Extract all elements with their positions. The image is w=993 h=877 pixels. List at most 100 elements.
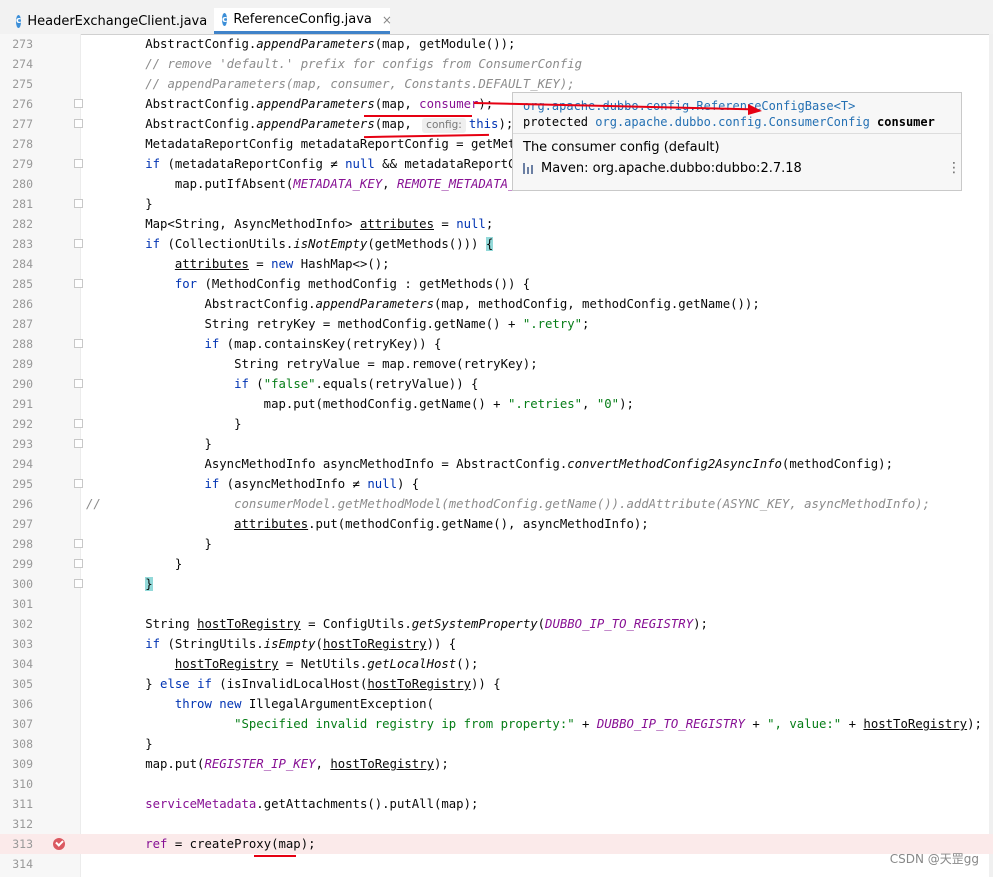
close-icon[interactable]: ×	[382, 13, 392, 27]
code-line[interactable]: 286 AbstractConfig.appendParameters(map,…	[0, 294, 993, 314]
code-line[interactable]: 294 AsyncMethodInfo asyncMethodInfo = Ab…	[0, 454, 993, 474]
fold-marker-icon[interactable]	[74, 119, 83, 128]
code-line[interactable]: 274 // remove 'default.' prefix for conf…	[0, 54, 993, 74]
breakpoint-icon[interactable]	[53, 838, 65, 850]
code-line[interactable]: 293 }	[0, 434, 993, 454]
line-number[interactable]: 313	[0, 834, 33, 854]
line-number[interactable]: 276	[0, 94, 33, 114]
code-line[interactable]: 284 attributes = new HashMap<>();	[0, 254, 993, 274]
code-line[interactable]: 310	[0, 774, 993, 794]
line-number[interactable]: 309	[0, 754, 33, 774]
code-line[interactable]: 300 }	[0, 574, 993, 594]
line-number[interactable]: 300	[0, 574, 33, 594]
fold-marker-icon[interactable]	[74, 279, 83, 288]
code-line[interactable]: 282 Map<String, AsyncMethodInfo> attribu…	[0, 214, 993, 234]
code-line[interactable]: 303 if (StringUtils.isEmpty(hostToRegist…	[0, 634, 993, 654]
code-line[interactable]: 292 }	[0, 414, 993, 434]
line-number[interactable]: 282	[0, 214, 33, 234]
code-line[interactable]: 298 }	[0, 534, 993, 554]
fold-marker-icon[interactable]	[74, 159, 83, 168]
fold-marker-icon[interactable]	[74, 539, 83, 548]
line-number[interactable]: 293	[0, 434, 33, 454]
line-number[interactable]: 304	[0, 654, 33, 674]
line-number[interactable]: 308	[0, 734, 33, 754]
fold-marker-icon[interactable]	[74, 419, 83, 428]
signature-type-link[interactable]: org.apache.dubbo.config.ConsumerConfig	[595, 115, 870, 129]
line-number[interactable]: 310	[0, 774, 33, 794]
fold-marker-icon[interactable]	[74, 239, 83, 248]
line-number[interactable]: 279	[0, 154, 33, 174]
code-line[interactable]: 291 map.put(methodConfig.getName() + ".r…	[0, 394, 993, 414]
code-line[interactable]: 288 if (map.containsKey(retryKey)) {	[0, 334, 993, 354]
line-number[interactable]: 301	[0, 594, 33, 614]
code-line[interactable]: 281 }	[0, 194, 993, 214]
line-number[interactable]: 280	[0, 174, 33, 194]
code-line[interactable]: 299 }	[0, 554, 993, 574]
tab-reference-config[interactable]: c ReferenceConfig.java ×	[214, 8, 392, 34]
code-line[interactable]: 283 if (CollectionUtils.isNotEmpty(getMe…	[0, 234, 993, 254]
code-line[interactable]: 296 // consumerModel.getMethodModel(metho…	[0, 494, 993, 514]
line-number[interactable]: 297	[0, 514, 33, 534]
line-number[interactable]: 275	[0, 74, 33, 94]
line-number[interactable]: 306	[0, 694, 33, 714]
code-line[interactable]: 314	[0, 854, 993, 874]
fold-marker-icon[interactable]	[74, 379, 83, 388]
code-line[interactable]: 275 // appendParameters(map, consumer, C…	[0, 74, 993, 94]
line-number[interactable]: 296	[0, 494, 33, 514]
line-number[interactable]: 311	[0, 794, 33, 814]
line-number[interactable]: 292	[0, 414, 33, 434]
line-number[interactable]: 289	[0, 354, 33, 374]
code-line[interactable]: 304 hostToRegistry = NetUtils.getLocalHo…	[0, 654, 993, 674]
fold-marker-icon[interactable]	[74, 439, 83, 448]
code-line[interactable]: 273 AbstractConfig.appendParameters(map,…	[0, 34, 993, 54]
more-options-icon[interactable]: ⋮	[947, 161, 961, 175]
line-number[interactable]: 299	[0, 554, 33, 574]
line-number[interactable]: 284	[0, 254, 33, 274]
line-number[interactable]: 283	[0, 234, 33, 254]
code-line[interactable]: 289 String retryValue = map.remove(retry…	[0, 354, 993, 374]
line-number[interactable]: 274	[0, 54, 33, 74]
code-line[interactable]: 295 if (asyncMethodInfo ≠ null) {	[0, 474, 993, 494]
code-line[interactable]: 308 }	[0, 734, 993, 754]
line-number[interactable]: 312	[0, 814, 33, 834]
code-line[interactable]: 301	[0, 594, 993, 614]
line-number[interactable]: 298	[0, 534, 33, 554]
line-number[interactable]: 273	[0, 34, 33, 54]
fold-marker-icon[interactable]	[74, 199, 83, 208]
line-number[interactable]: 278	[0, 134, 33, 154]
code-line[interactable]: 307 "Specified invalid registry ip from …	[0, 714, 993, 734]
code-line[interactable]: 305 } else if (isInvalidLocalHost(hostTo…	[0, 674, 993, 694]
code-line[interactable]: 287 String retryKey = methodConfig.getNa…	[0, 314, 993, 334]
line-number[interactable]: 294	[0, 454, 33, 474]
line-number[interactable]: 277	[0, 114, 33, 134]
line-number[interactable]: 295	[0, 474, 33, 494]
code-line[interactable]: 309 map.put(REGISTER_IP_KEY, hostToRegis…	[0, 754, 993, 774]
code-line[interactable]: 311 serviceMetadata.getAttachments().put…	[0, 794, 993, 814]
code-text: AbstractConfig.appendParameters(map, con…	[86, 97, 493, 111]
line-number[interactable]: 303	[0, 634, 33, 654]
line-number[interactable]: 285	[0, 274, 33, 294]
code-line[interactable]: 306 throw new IllegalArgumentException(	[0, 694, 993, 714]
tab-header-exchange-client[interactable]: c HeaderExchangeClient.java ×	[8, 8, 227, 34]
line-number[interactable]: 281	[0, 194, 33, 214]
code-line[interactable]: 290 if ("false".equals(retryValue)) {	[0, 374, 993, 394]
fold-marker-icon[interactable]	[74, 579, 83, 588]
fold-marker-icon[interactable]	[74, 479, 83, 488]
code-line[interactable]: 302 String hostToRegistry = ConfigUtils.…	[0, 614, 993, 634]
line-number[interactable]: 314	[0, 854, 33, 874]
line-number[interactable]: 290	[0, 374, 33, 394]
code-line[interactable]: 297 attributes.put(methodConfig.getName(…	[0, 514, 993, 534]
line-number[interactable]: 286	[0, 294, 33, 314]
code-line[interactable]: 312	[0, 814, 993, 834]
line-number[interactable]: 288	[0, 334, 33, 354]
line-number[interactable]: 291	[0, 394, 33, 414]
fold-marker-icon[interactable]	[74, 559, 83, 568]
code-line[interactable]: 285 for (MethodConfig methodConfig : get…	[0, 274, 993, 294]
fold-marker-icon[interactable]	[74, 339, 83, 348]
line-number[interactable]: 305	[0, 674, 33, 694]
line-number[interactable]: 287	[0, 314, 33, 334]
code-line[interactable]: 313 ref = createProxy(map);	[0, 834, 993, 854]
fold-marker-icon[interactable]	[74, 99, 83, 108]
line-number[interactable]: 302	[0, 614, 33, 634]
line-number[interactable]: 307	[0, 714, 33, 734]
